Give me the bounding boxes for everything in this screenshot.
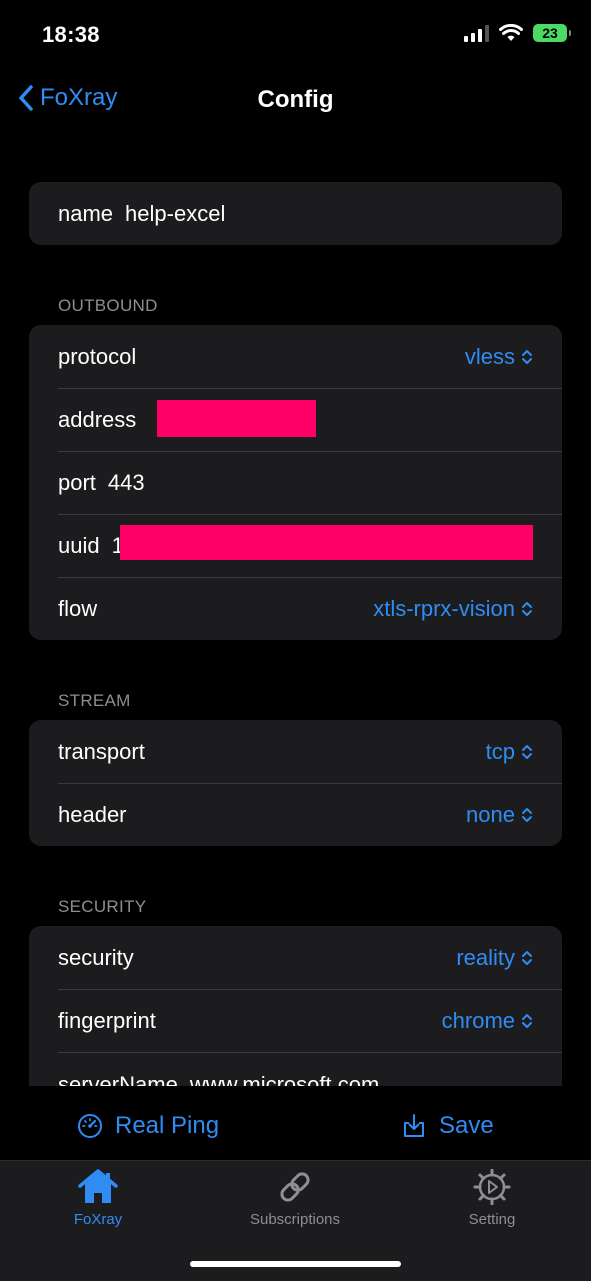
download-tray-icon xyxy=(404,1114,424,1137)
protocol-label: protocol xyxy=(58,343,137,369)
security-label: security xyxy=(58,944,134,970)
header-label: header xyxy=(58,801,127,827)
flow-picker[interactable]: xtls-rprx-vision xyxy=(373,596,533,622)
flow-label: flow xyxy=(58,595,98,621)
uuid-label: uuid xyxy=(58,532,100,558)
stream-section-header: STREAM xyxy=(58,691,131,710)
fingerprint-label: fingerprint xyxy=(58,1007,156,1033)
wifi-icon xyxy=(499,24,523,41)
battery-icon: 23 xyxy=(533,24,571,42)
flow-row[interactable]: flow xtls-rprx-vision xyxy=(29,577,562,640)
security-section-header: SECURITY xyxy=(58,897,147,916)
name-group: name help-excel xyxy=(29,182,562,245)
port-label: port xyxy=(58,469,96,495)
transport-label: transport xyxy=(58,738,145,764)
status-icons: 23 xyxy=(464,24,571,42)
protocol-value: vless xyxy=(464,343,515,369)
address-row[interactable]: address xyxy=(29,388,562,451)
chevron-up-down-icon xyxy=(522,601,532,616)
fingerprint-value: chrome xyxy=(441,1007,515,1033)
chevron-up-down-icon xyxy=(522,1013,532,1028)
server-name-row[interactable]: serverName www.microsoft.com xyxy=(29,1052,562,1086)
speedometer-icon xyxy=(78,1114,102,1138)
chevron-up-down-icon xyxy=(522,349,532,364)
tab-setting[interactable]: Setting xyxy=(412,1169,572,1228)
fingerprint-picker[interactable]: chrome xyxy=(442,1008,533,1034)
address-label: address xyxy=(58,406,137,432)
status-time: 18:38 xyxy=(42,22,100,47)
tab-subscriptions[interactable]: Subscriptions xyxy=(215,1169,375,1228)
outbound-group: protocol vless address port 443 uuid 1 f… xyxy=(29,325,562,640)
header-row[interactable]: header none xyxy=(29,783,562,846)
tab-setting-label: Setting xyxy=(468,1211,516,1228)
page-title: Config xyxy=(257,86,334,113)
port-row[interactable]: port 443 xyxy=(29,451,562,514)
tab-foxray[interactable]: FoXray xyxy=(18,1169,178,1228)
server-name-field[interactable]: www.microsoft.com xyxy=(190,1072,379,1086)
battery-level: 23 xyxy=(542,25,558,41)
cellular-signal-icon xyxy=(464,24,489,42)
security-group: security reality fingerprint chrome serv… xyxy=(29,926,562,1086)
tab-foxray-label: FoXray xyxy=(73,1211,123,1228)
name-label: name xyxy=(58,200,114,226)
port-field[interactable]: 443 xyxy=(108,470,145,496)
header-value: none xyxy=(466,801,515,827)
uuid-redaction xyxy=(120,525,533,560)
protocol-picker[interactable]: vless xyxy=(465,344,533,370)
real-ping-label: Real Ping xyxy=(115,1112,220,1139)
transport-picker[interactable]: tcp xyxy=(486,739,533,765)
stream-group: transport tcp header none xyxy=(29,720,562,846)
address-redaction[interactable] xyxy=(157,400,316,437)
name-row[interactable]: name help-excel xyxy=(29,182,562,245)
header-picker[interactable]: none xyxy=(466,802,533,828)
security-row[interactable]: security reality xyxy=(29,926,562,989)
chevron-up-down-icon xyxy=(522,950,532,965)
house-icon xyxy=(78,1169,118,1203)
gear-icon xyxy=(473,1169,511,1205)
security-picker[interactable]: reality xyxy=(456,945,533,971)
chevron-up-down-icon xyxy=(522,807,532,822)
transport-row[interactable]: transport tcp xyxy=(29,720,562,783)
real-ping-button[interactable]: Real Ping xyxy=(77,1112,219,1140)
protocol-row[interactable]: protocol vless xyxy=(29,325,562,388)
tab-subscriptions-label: Subscriptions xyxy=(249,1211,341,1228)
save-label: Save xyxy=(439,1112,494,1139)
fingerprint-row[interactable]: fingerprint chrome xyxy=(29,989,562,1052)
flow-value: xtls-rprx-vision xyxy=(373,595,515,621)
transport-value: tcp xyxy=(485,738,515,764)
name-field[interactable]: help-excel xyxy=(125,201,225,227)
home-indicator xyxy=(190,1261,401,1267)
security-value: reality xyxy=(456,944,515,970)
server-name-label: serverName xyxy=(58,1072,178,1086)
link-icon xyxy=(280,1172,310,1202)
save-button[interactable]: Save xyxy=(401,1112,494,1140)
outbound-section-header: OUTBOUND xyxy=(58,296,158,315)
uuid-row[interactable]: uuid 1 xyxy=(29,514,562,577)
chevron-up-down-icon xyxy=(522,744,532,759)
